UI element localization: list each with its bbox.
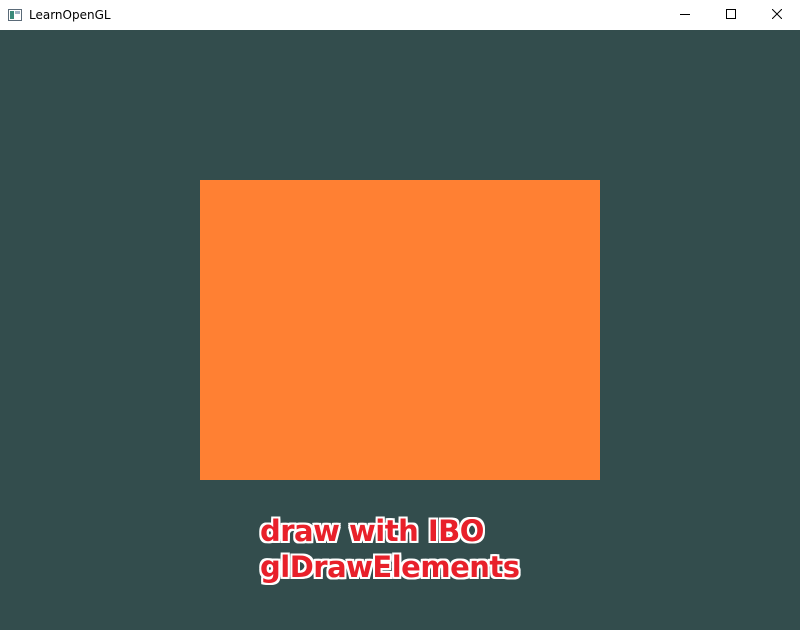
annotation-line-1: draw with IBO [260,514,484,548]
orange-rectangle [200,180,600,480]
app-window-icon [8,8,22,21]
minimize-icon [680,6,690,24]
close-icon [771,6,783,24]
maximize-button[interactable] [708,0,754,30]
close-button[interactable] [754,0,800,30]
annotation-line-2: glDrawElements [260,550,520,584]
title-bar[interactable]: LearnOpenGL [0,0,800,30]
maximize-icon [726,6,736,24]
app-window: LearnOpenGL draw with IBO glDrawElements [0,0,800,630]
opengl-viewport: draw with IBO glDrawElements [0,30,800,630]
window-title: LearnOpenGL [29,8,111,22]
minimize-button[interactable] [662,0,708,30]
